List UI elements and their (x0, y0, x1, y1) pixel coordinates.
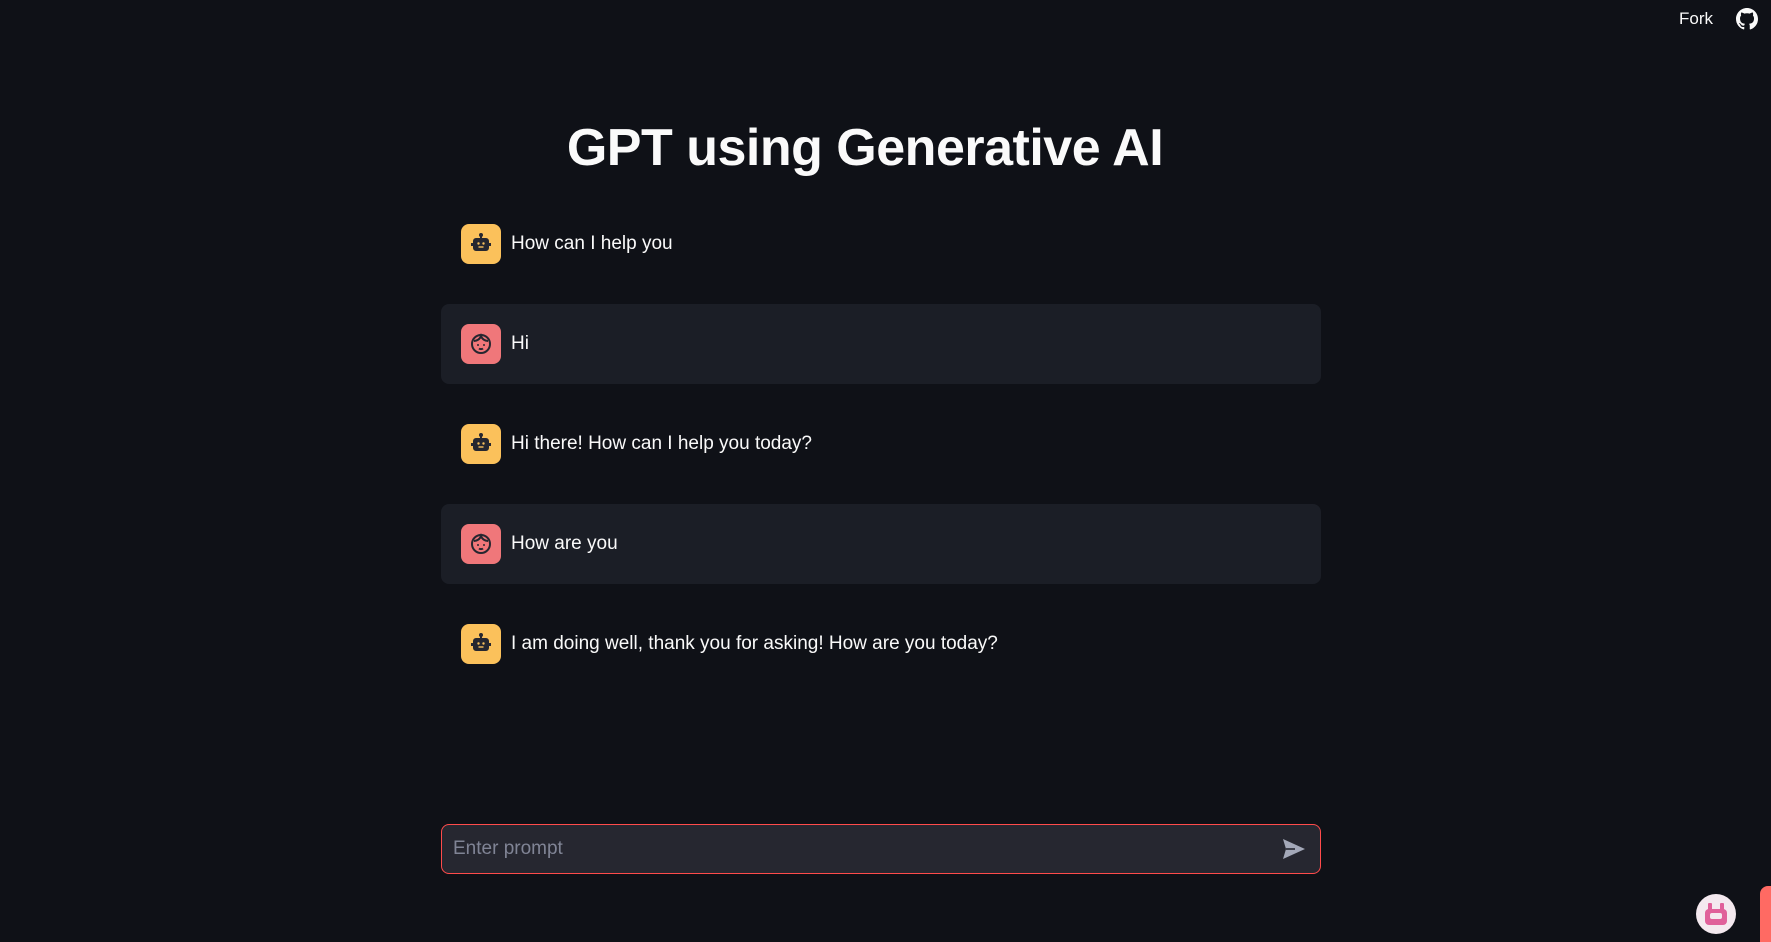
app-avatar-icon[interactable] (1696, 894, 1736, 934)
chat-message-user: Hi (441, 304, 1321, 384)
face-icon (461, 524, 501, 564)
top-toolbar: Fork (1679, 0, 1771, 38)
message-text: How are you (511, 533, 618, 554)
chat-input-container (441, 824, 1321, 874)
prompt-input[interactable] (442, 825, 1272, 873)
chat-message-assistant: Hi there! How can I help you today? (441, 404, 1321, 484)
chat-messages: How can I help you Hi Hi there! How can … (441, 204, 1321, 704)
message-text: How can I help you (511, 233, 673, 254)
github-icon[interactable] (1735, 7, 1759, 31)
manage-app-tab[interactable] (1760, 886, 1771, 942)
message-text: I am doing well, thank you for asking! H… (511, 633, 998, 654)
app-page: Fork GPT using Generative AI How can I h… (0, 0, 1771, 942)
message-text: Hi there! How can I help you today? (511, 433, 813, 454)
face-icon (461, 324, 501, 364)
send-icon[interactable] (1272, 827, 1316, 871)
robot-icon (461, 624, 501, 664)
robot-icon (461, 224, 501, 264)
message-text: Hi (511, 333, 529, 354)
chat-message-assistant: I am doing well, thank you for asking! H… (441, 604, 1321, 684)
page-title: GPT using Generative AI (566, 119, 1164, 177)
chat-message-assistant: How can I help you (441, 204, 1321, 284)
robot-icon (461, 424, 501, 464)
fork-link[interactable]: Fork (1679, 9, 1713, 29)
chat-message-user: How are you (441, 504, 1321, 584)
